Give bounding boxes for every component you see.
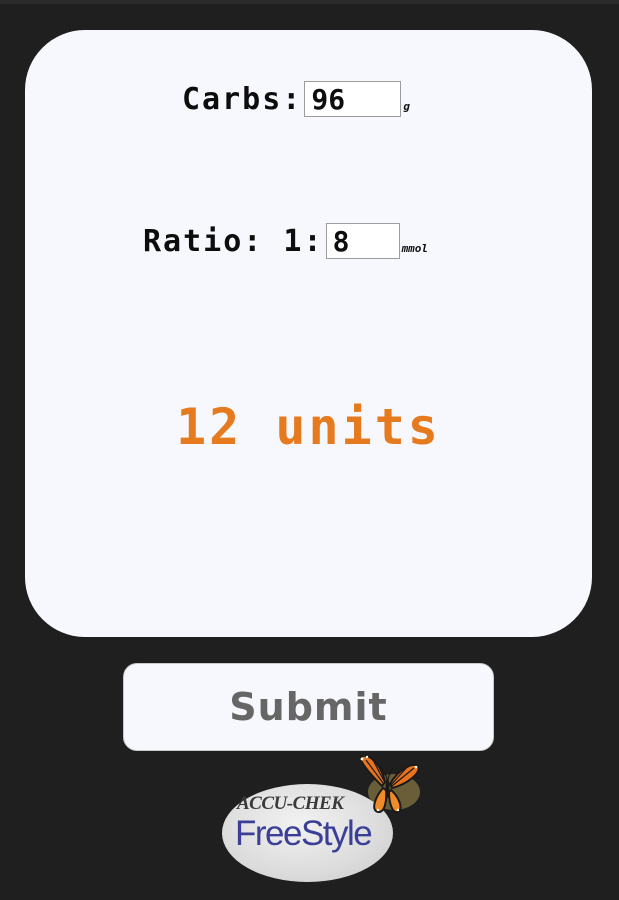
ratio-row: Ratio: 1: mmol xyxy=(143,223,428,259)
calculator-card: Carbs: g Ratio: 1: mmol 12 units xyxy=(25,30,592,637)
logo-product-text: FreeStyle xyxy=(235,814,373,853)
ratio-unit: mmol xyxy=(401,242,429,255)
carbs-row: Carbs: g xyxy=(182,81,410,117)
top-edge xyxy=(0,0,619,4)
brand-logo: ACCU-CHEK FreeStyle xyxy=(222,752,427,886)
carbs-label: Carbs: xyxy=(182,81,303,117)
logo-brand-text: ACCU-CHEK xyxy=(237,793,344,814)
carbs-unit: g xyxy=(403,100,410,113)
ratio-label: Ratio: 1: xyxy=(143,223,324,259)
carbs-input[interactable] xyxy=(304,81,402,117)
ratio-input[interactable] xyxy=(325,223,400,259)
submit-button[interactable]: Submit xyxy=(123,663,494,751)
butterfly-icon xyxy=(359,754,420,814)
insulin-result: 12 units xyxy=(176,398,441,456)
